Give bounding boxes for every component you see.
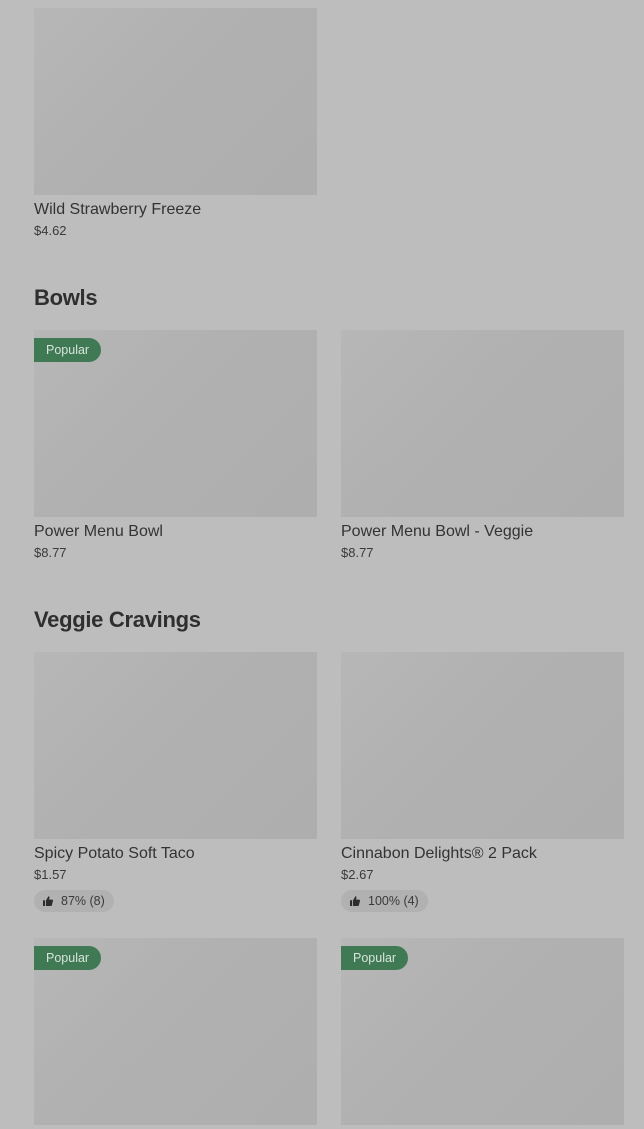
menu-item-wild-strawberry-freeze[interactable]: Wild Strawberry Freeze $4.62 (34, 8, 317, 239)
section-title-bowls: Bowls (34, 285, 98, 310)
rating-text: 100% (4) (368, 894, 419, 908)
item-name: Power Menu Bowl (34, 523, 163, 540)
thumbs-up-icon (349, 895, 361, 907)
thumbs-up-icon (42, 895, 54, 907)
menu-item-veggie-3[interactable]: Popular (34, 938, 317, 1125)
menu-item-spicy-potato-soft-taco[interactable]: Spicy Potato Soft Taco $1.57 87% (8) (34, 652, 317, 912)
item-name: Power Menu Bowl - Veggie (341, 523, 534, 540)
rating-badge: 100% (4) (341, 890, 428, 912)
item-image[interactable] (341, 652, 624, 839)
menu-item-power-menu-bowl[interactable]: Popular Power Menu Bowl $8.77 (34, 330, 317, 561)
item-name: Spicy Potato Soft Taco (34, 845, 195, 862)
menu-page: Wild Strawberry Freeze $4.62 Bowls Popul… (0, 0, 644, 1129)
item-image[interactable] (34, 8, 317, 195)
menu-item-veggie-4[interactable]: Popular (341, 938, 624, 1125)
rating-badge: 87% (8) (34, 890, 114, 912)
menu-item-power-menu-bowl-veggie[interactable]: Power Menu Bowl - Veggie $8.77 (341, 330, 624, 561)
popular-badge: Popular (34, 338, 102, 362)
rating-text: 87% (8) (61, 894, 105, 908)
item-price: $1.57 (34, 867, 67, 882)
item-price: $4.62 (34, 223, 67, 238)
item-name: Cinnabon Delights® 2 Pack (341, 845, 537, 862)
item-price: $8.77 (341, 545, 374, 560)
item-price: $2.67 (341, 867, 374, 882)
popular-badge: Popular (341, 946, 409, 970)
popular-badge: Popular (34, 946, 102, 970)
item-price: $8.77 (34, 545, 67, 560)
item-name: Wild Strawberry Freeze (34, 201, 202, 218)
item-image[interactable]: Popular (34, 938, 317, 1125)
section-title-veggie-cravings: Veggie Cravings (34, 607, 201, 632)
item-image[interactable] (341, 330, 624, 517)
menu-item-cinnabon-delights[interactable]: Cinnabon Delights® 2 Pack $2.67 100% (4) (341, 652, 624, 912)
item-image[interactable]: Popular (341, 938, 624, 1125)
item-image[interactable] (34, 652, 317, 839)
item-image[interactable]: Popular (34, 330, 317, 517)
